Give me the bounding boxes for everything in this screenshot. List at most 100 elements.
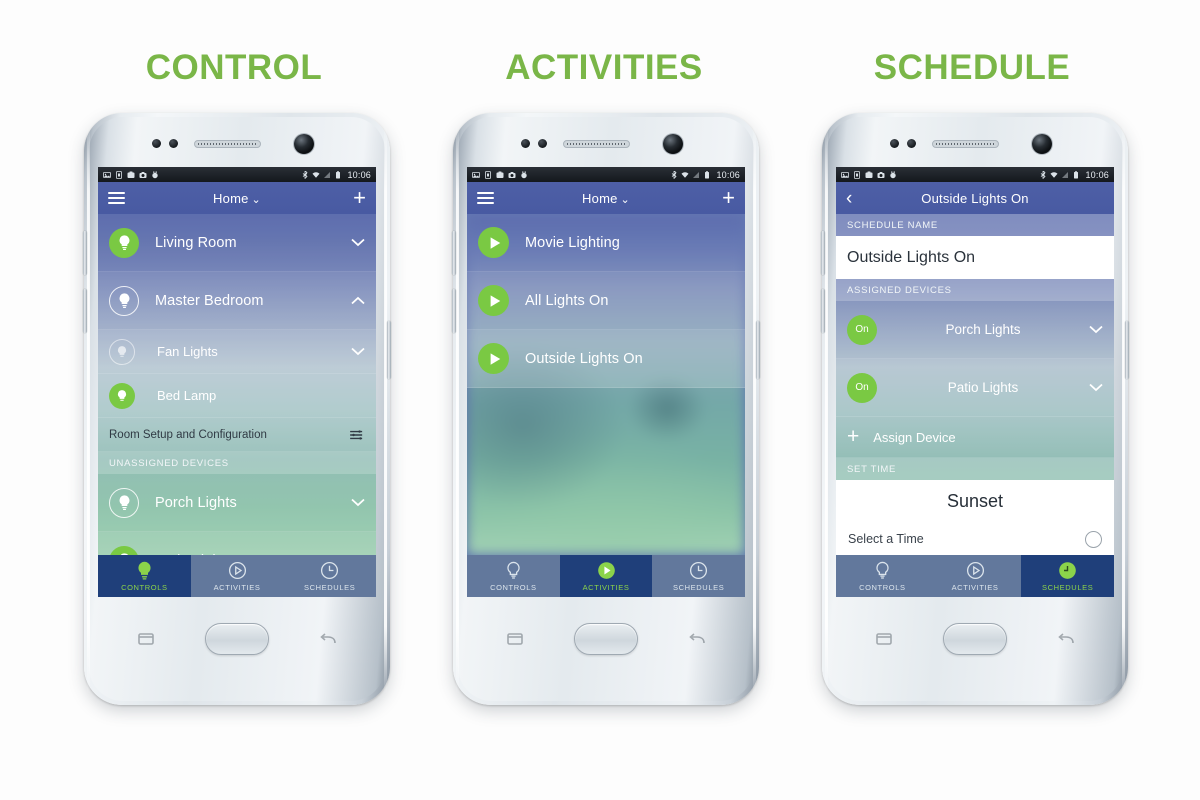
clock-icon (688, 560, 709, 581)
tab-schedules[interactable]: SCHEDULES (1021, 555, 1114, 597)
status-bar-right-icons: 10:06 (1039, 170, 1109, 180)
back-key-icon[interactable] (318, 631, 338, 647)
list-item[interactable]: Patio Lights (98, 532, 376, 555)
status-bar-left-icons (472, 170, 528, 179)
status-badge[interactable]: On (847, 372, 877, 403)
recents-key-icon[interactable] (505, 631, 525, 647)
list-item[interactable]: Outside Lights On (467, 330, 745, 388)
phone3-screen: 10:06 ‹ Outside Lights On SCHEDULE NAME … (836, 167, 1114, 597)
schedule-name-value: Outside Lights On (847, 248, 976, 266)
list-item[interactable]: Porch Lights (98, 474, 376, 532)
bulb-icon (503, 560, 524, 581)
list-item[interactable]: All Lights On (467, 272, 745, 330)
volume-up-button[interactable] (821, 231, 825, 275)
chevron-down-icon: ⌄ (251, 193, 261, 206)
hamburger-icon[interactable] (108, 192, 125, 204)
section-header-set-time: SET TIME (836, 458, 1114, 480)
phone1-app-bar: Home ⌄ + (98, 182, 376, 214)
tab-label: SCHEDULES (304, 583, 356, 592)
list-item[interactable]: Bed Lamp (98, 374, 376, 418)
add-button[interactable]: + (353, 187, 366, 209)
status-bar-time: 10:06 (1085, 169, 1109, 180)
tab-label: SCHEDULES (673, 583, 725, 592)
home-button[interactable] (574, 623, 638, 655)
phone-top-hardware (469, 119, 743, 169)
play-circle-icon (596, 560, 617, 581)
volume-up-button[interactable] (452, 231, 456, 275)
status-bar: 10:06 (836, 167, 1114, 182)
home-button[interactable] (943, 623, 1007, 655)
schedule-name-input[interactable]: Outside Lights On (836, 236, 1114, 279)
earpiece-speaker (563, 140, 630, 148)
tab-controls[interactable]: CONTROLS (467, 555, 560, 597)
tab-schedules[interactable]: SCHEDULES (283, 555, 376, 597)
status-bar-left-icons (841, 170, 897, 179)
phone2-app-bar: Home ⌄ + (467, 182, 745, 214)
phone-edge-highlight-right (384, 123, 387, 695)
play-icon (478, 343, 509, 374)
chevron-down-icon[interactable] (351, 498, 365, 507)
light-sensor-icon (169, 139, 178, 148)
hamburger-icon[interactable] (477, 192, 494, 204)
image-icon (103, 171, 111, 178)
phone-activities: 10:06 Home ⌄ + Movie Lighting All Lights … (452, 113, 760, 705)
power-button[interactable] (387, 321, 391, 379)
add-button[interactable]: + (722, 187, 735, 209)
phone-edge-highlight-right (1122, 123, 1125, 695)
volume-down-button[interactable] (83, 289, 87, 333)
room-setup-row[interactable]: Room Setup and Configuration (98, 418, 376, 452)
assigned-device-row[interactable]: On Patio Lights (836, 359, 1114, 417)
power-button[interactable] (756, 321, 760, 379)
chevron-up-icon[interactable] (351, 296, 365, 305)
tab-activities[interactable]: ACTIVITIES (191, 555, 284, 597)
assign-device-button[interactable]: + Assign Device (836, 417, 1114, 458)
chevron-left-icon[interactable]: ‹ (846, 189, 852, 208)
app-icon (127, 171, 135, 178)
tab-controls[interactable]: CONTROLS (836, 555, 929, 597)
section-header-schedule-name: SCHEDULE NAME (836, 214, 1114, 236)
chevron-down-icon[interactable] (1089, 325, 1103, 334)
tab-label: ACTIVITIES (951, 583, 999, 592)
list-item[interactable]: Living Room (98, 214, 376, 272)
phone-edge-highlight-right (753, 123, 756, 695)
option-select-a-time[interactable]: Select a Time (836, 521, 1114, 555)
recents-key-icon[interactable] (874, 631, 894, 647)
list-item[interactable]: Movie Lighting (467, 214, 745, 272)
radio-button[interactable] (1085, 530, 1102, 548)
back-key-icon[interactable] (1056, 631, 1076, 647)
list-item-label: Living Room (155, 234, 237, 251)
volume-down-button[interactable] (452, 289, 456, 333)
volume-up-button[interactable] (83, 231, 87, 275)
tab-schedules[interactable]: SCHEDULES (652, 555, 745, 597)
assigned-device-row[interactable]: On Porch Lights (836, 301, 1114, 359)
status-bar-time: 10:06 (716, 169, 740, 180)
status-badge[interactable]: On (847, 314, 877, 345)
power-button[interactable] (1125, 321, 1129, 379)
time-value: Sunset (946, 491, 1004, 511)
tab-activities[interactable]: ACTIVITIES (559, 555, 653, 597)
status-bar-left-icons (103, 170, 159, 179)
sim-card-icon (116, 170, 122, 179)
tab-label: SCHEDULES (1042, 583, 1094, 592)
sliders-icon[interactable] (349, 429, 365, 441)
recents-key-icon[interactable] (136, 631, 156, 647)
home-button[interactable] (205, 623, 269, 655)
list-item[interactable]: Fan Lights (98, 330, 376, 374)
poster-stage: CONTROL ACTIVITIES SCHEDULE 10:06 Home ⌄… (0, 0, 1200, 800)
tab-controls[interactable]: CONTROLS (98, 555, 191, 597)
phone-top-hardware (100, 119, 374, 169)
chevron-down-icon[interactable] (1089, 383, 1103, 392)
volume-down-button[interactable] (821, 289, 825, 333)
clock-icon (1057, 560, 1078, 581)
back-key-icon[interactable] (687, 631, 707, 647)
proximity-sensor-icon (521, 139, 530, 148)
sim-card-icon (854, 170, 860, 179)
sim-card-icon (485, 170, 491, 179)
list-item[interactable]: Master Bedroom (98, 272, 376, 330)
phone2-content: Movie Lighting All Lights On Outside Lig… (467, 214, 745, 555)
phone2-title: Home ⌄ (467, 191, 745, 206)
chevron-down-icon[interactable] (351, 347, 365, 356)
tab-activities[interactable]: ACTIVITIES (929, 555, 1022, 597)
chevron-down-icon[interactable] (351, 238, 365, 247)
bluetooth-icon (672, 170, 677, 179)
